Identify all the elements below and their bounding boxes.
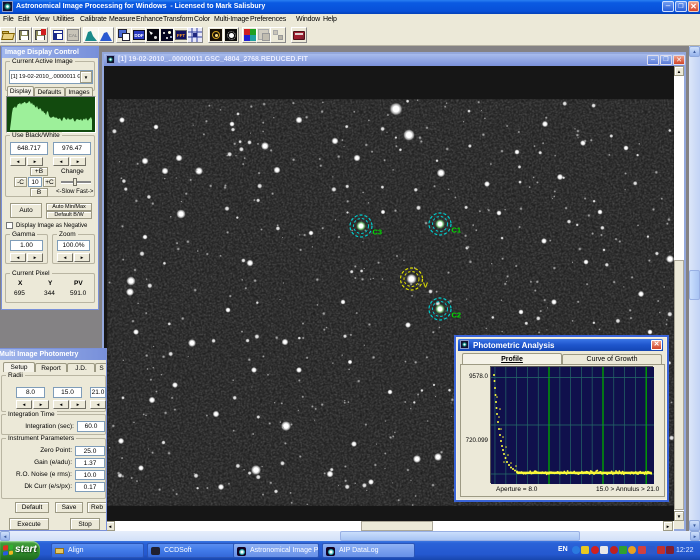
- svg-text:C2: C2: [452, 311, 462, 320]
- svg-text:C1: C1: [452, 226, 462, 235]
- svg-text:V: V: [423, 281, 428, 290]
- svg-text:C3: C3: [373, 228, 383, 237]
